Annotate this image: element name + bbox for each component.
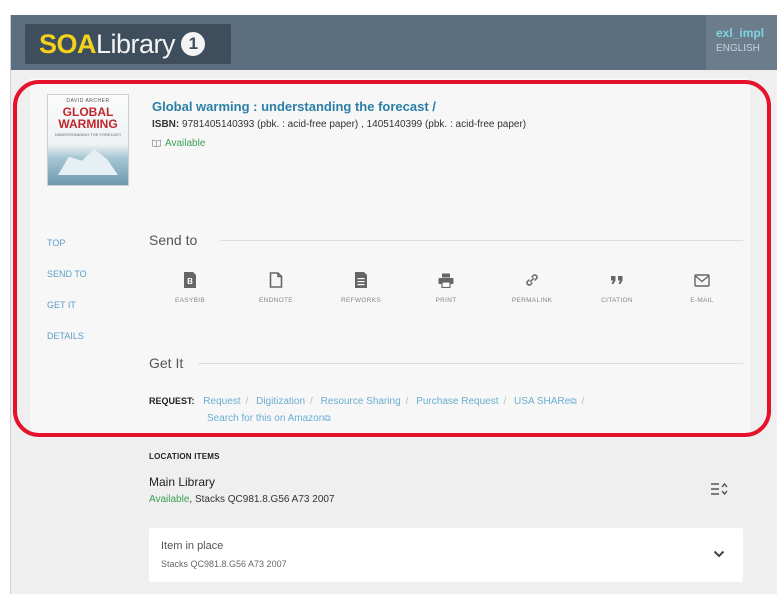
cover-title-line-2: WARMING: [58, 117, 118, 131]
record-panel: [30, 78, 750, 438]
print-label: PRINT: [435, 297, 457, 304]
purchase-request-link[interactable]: Purchase Request: [416, 396, 498, 407]
amazon-link-text: Search for this on Amazon: [207, 413, 325, 424]
sidenav-get-it[interactable]: GET IT: [47, 300, 76, 310]
user-name: exl_impl: [716, 26, 765, 40]
separator: /: [310, 396, 313, 407]
request-link[interactable]: Request: [203, 396, 240, 407]
request-label: REQUEST:: [149, 396, 195, 406]
endnote-label: ENDNOTE: [259, 297, 293, 304]
item-title: Item in place: [161, 540, 224, 552]
citation-label: CITATION: [601, 297, 633, 304]
request-options: REQUEST: Request / Digitization / Resource…: [149, 391, 709, 412]
separator: /: [245, 396, 249, 407]
external-link-icon: ⧉: [570, 396, 577, 406]
availability-text: Available: [165, 138, 206, 149]
sidenav-top[interactable]: TOP: [47, 238, 65, 248]
send-citation-button[interactable]: CITATION: [582, 270, 652, 304]
logo-badge: 1: [181, 32, 206, 56]
soa-library-logo[interactable]: SOA Library 1: [25, 24, 231, 64]
location-shelf: , Stacks QC981.8.G56 A73 2007: [189, 494, 335, 505]
user-menu[interactable]: exl_impl ENGLISH: [706, 15, 777, 70]
refworks-icon: [326, 270, 396, 290]
link-icon: [497, 270, 567, 290]
external-link-icon: ⧉: [324, 413, 331, 423]
amazon-search-link[interactable]: Search for this on Amazon⧉: [207, 413, 331, 424]
easybib-icon: B: [155, 270, 225, 290]
isbn-value: 9781405140393 (pbk. : acid-free paper) ,…: [182, 119, 527, 130]
send-refworks-button[interactable]: REFWORKS: [326, 270, 396, 304]
envelope-icon: [667, 270, 737, 290]
send-to-heading: Send to: [149, 232, 198, 248]
usa-share-link-text: USA SHARe: [514, 396, 571, 407]
send-print-button[interactable]: PRINT: [411, 270, 481, 304]
permalink-label: PERMALINK: [511, 297, 553, 304]
cover-iceberg-graphic: [58, 149, 118, 175]
cover-subtitle: UNDERSTANDING THE FORECAST: [54, 132, 122, 137]
logo-soa-text: SOA: [39, 28, 97, 59]
book-icon: [152, 138, 161, 149]
send-to-divider: [220, 240, 743, 241]
location-availability: Available: [149, 494, 190, 505]
svg-text:B: B: [187, 277, 193, 286]
send-easybib-button[interactable]: B EASYBIB: [155, 270, 225, 304]
send-email-button[interactable]: E-MAIL: [667, 270, 737, 304]
location-items-heading: LOCATION ITEMS: [149, 452, 220, 461]
location-library-name: Main Library: [149, 475, 216, 489]
item-location: Stacks QC981.8.G56 A73 2007: [161, 559, 287, 569]
send-permalink-button[interactable]: PERMALINK: [497, 270, 567, 304]
item-card[interactable]: Item in place Stacks QC981.8.G56 A73 200…: [149, 528, 743, 582]
logo-library-text: Library: [96, 28, 176, 59]
usa-share-link[interactable]: USA SHARe⧉: [514, 396, 577, 407]
filter-sort-icon[interactable]: [710, 482, 728, 499]
separator: /: [503, 396, 507, 407]
separator: /: [405, 396, 409, 407]
cover-author: DAVID ARCHER: [66, 98, 110, 104]
chevron-down-icon[interactable]: [713, 545, 725, 563]
quote-icon: [582, 270, 652, 290]
easybib-label: EASYBIB: [175, 297, 205, 304]
sidenav-send-to[interactable]: SEND TO: [47, 269, 87, 279]
record-isbn: ISBN: 9781405140393 (pbk. : acid-free pa…: [152, 119, 526, 130]
refworks-label: REFWORKS: [341, 297, 381, 304]
resource-sharing-link[interactable]: Resource Sharing: [321, 396, 401, 407]
get-it-divider: [198, 363, 743, 364]
sidenav-details[interactable]: DETAILS: [47, 331, 84, 341]
printer-icon: [411, 270, 481, 290]
app-header: SOA Library 1 exl_impl ENGLISH: [11, 15, 777, 70]
language-selector[interactable]: ENGLISH: [716, 43, 777, 54]
document-icon: [241, 270, 311, 290]
digitization-link[interactable]: Digitization: [256, 396, 305, 407]
record-title-link[interactable]: Global warming : understanding the forec…: [152, 99, 436, 114]
isbn-label: ISBN:: [152, 119, 180, 130]
separator: /: [581, 396, 585, 407]
availability-status[interactable]: Available: [152, 138, 205, 149]
location-status: Available, Stacks QC981.8.G56 A73 2007: [149, 494, 335, 505]
book-cover-image[interactable]: DAVID ARCHER GLOBAL WARMING UNDERSTANDIN…: [47, 94, 129, 186]
get-it-heading: Get It: [149, 355, 184, 371]
email-label: E-MAIL: [690, 297, 714, 304]
send-endnote-button[interactable]: ENDNOTE: [241, 270, 311, 304]
